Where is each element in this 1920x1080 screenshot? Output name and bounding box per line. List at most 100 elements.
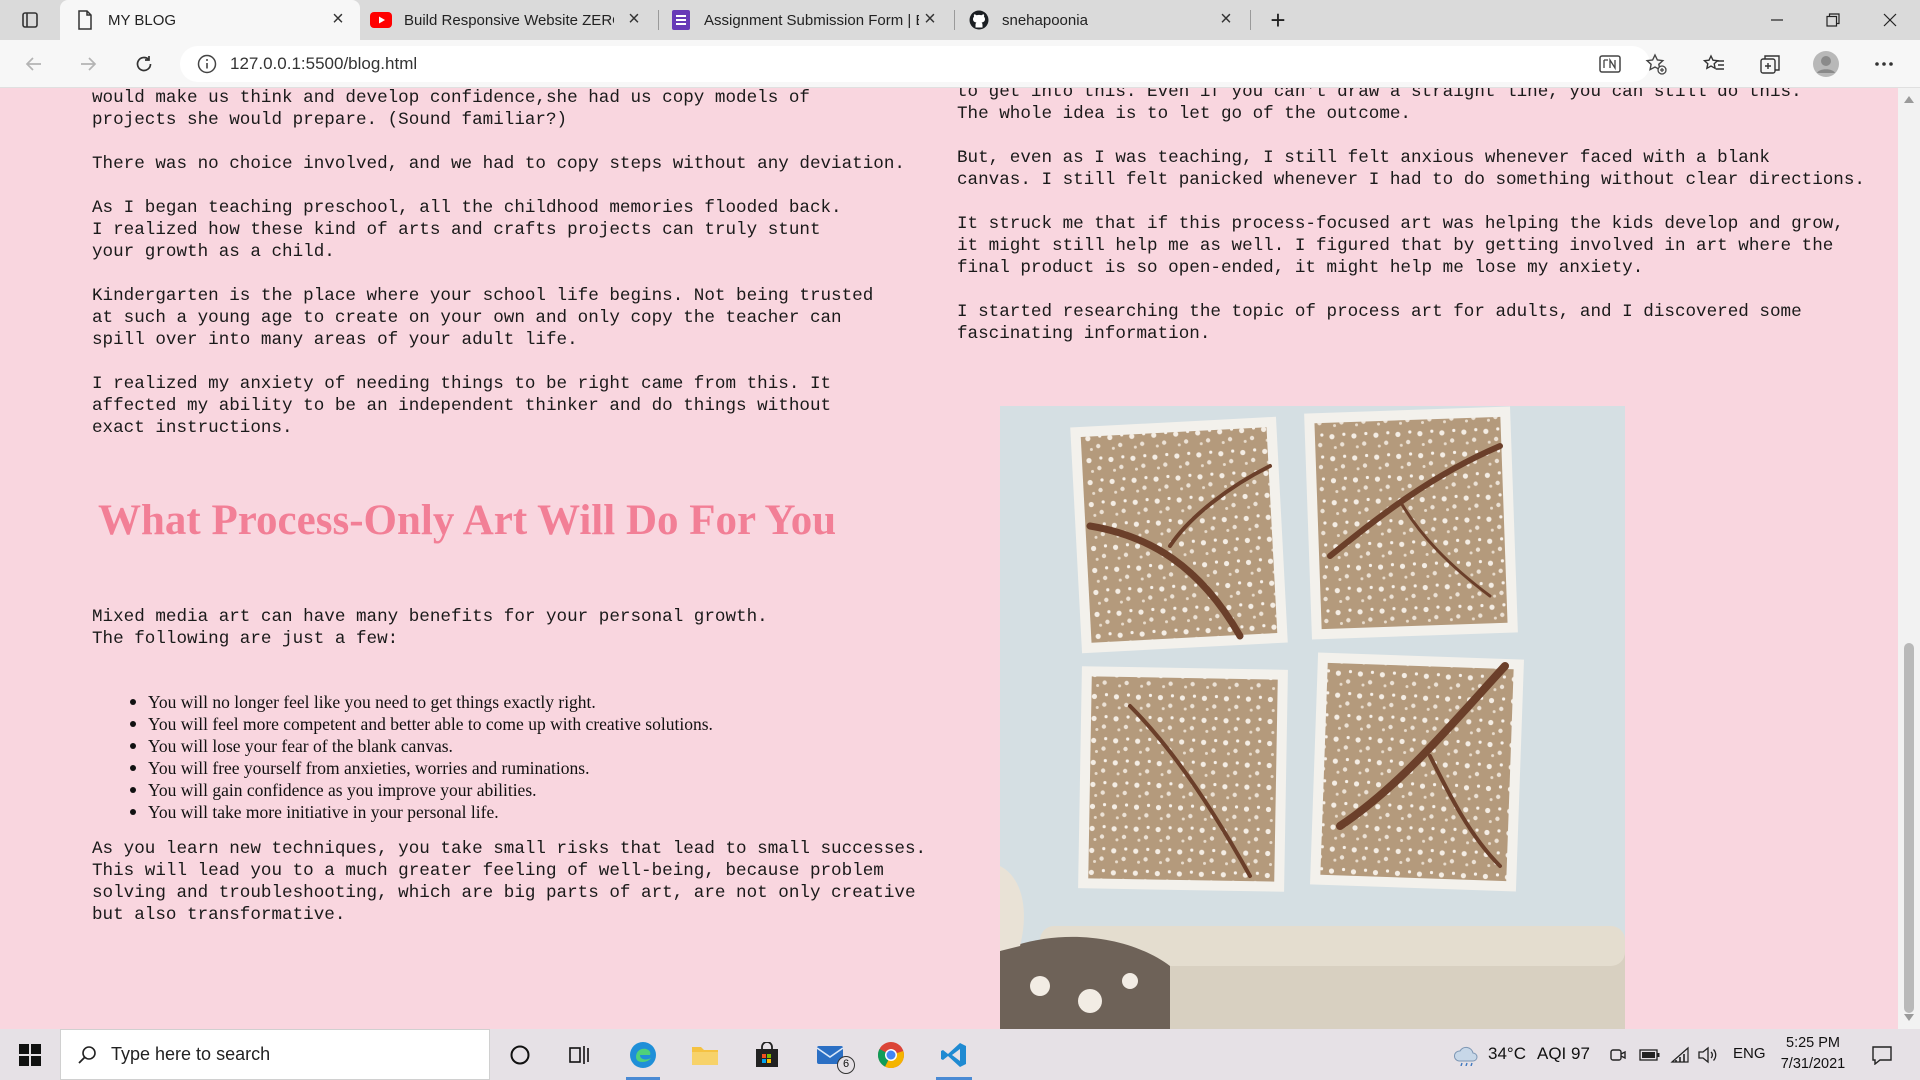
avatar-icon <box>1813 51 1839 77</box>
tab-title: MY BLOG <box>108 11 177 29</box>
collections-button[interactable] <box>1752 46 1788 82</box>
close-tab-icon[interactable]: × <box>328 9 348 30</box>
battery-icon <box>1639 1048 1660 1061</box>
benefits-intro: Mixed media art can have many benefits f… <box>92 607 768 649</box>
search-icon <box>78 1045 96 1064</box>
paragraph: I realized my anxiety of needing things … <box>92 374 832 438</box>
paragraph: But, even as I was teaching, I still fel… <box>957 148 1865 190</box>
tab-actions-button[interactable] <box>0 0 60 40</box>
tab-title: Build Responsive Website ZERO T <box>404 11 614 29</box>
list-item: You will take more initiative in your pe… <box>130 801 713 823</box>
paragraph: would make us think and develop confiden… <box>92 88 810 130</box>
clock-date: 7/31/2021 <box>1780 1056 1846 1072</box>
taskbar-vscode[interactable] <box>928 1029 980 1080</box>
restore-button[interactable] <box>1803 0 1863 40</box>
list-item: You will feel more competent and better … <box>130 713 713 735</box>
search-placeholder: Type here to search <box>111 1044 271 1064</box>
tab-title: snehapoonia <box>1002 11 1088 29</box>
taskbar-search-box[interactable]: Type here to search <box>60 1029 490 1080</box>
browser-tab-strip: MY BLOG × Build Responsive Website ZERO … <box>0 0 1920 40</box>
edge-icon <box>630 1041 656 1068</box>
star-add-icon <box>1645 53 1667 75</box>
mail-badge: 6 <box>837 1056 855 1074</box>
close-tab-icon[interactable]: × <box>1216 9 1236 30</box>
plus-icon: + <box>1270 4 1286 35</box>
temperature-text[interactable]: 34°C <box>1488 1044 1526 1064</box>
tab-divider <box>954 10 955 30</box>
blossom-canvas-image <box>1000 406 1625 1029</box>
cortana-icon <box>510 1045 530 1064</box>
language-indicator[interactable]: ENG <box>1733 1045 1766 1062</box>
tab-divider <box>1250 10 1251 30</box>
meet-now-button[interactable] <box>1606 1029 1630 1080</box>
arrow-left-icon <box>25 57 41 71</box>
weather-widget[interactable] <box>1448 1029 1484 1080</box>
tab-my-blog[interactable]: MY BLOG × <box>60 0 360 40</box>
browser-toolbar: 127.0.0.1:5500/blog.html <box>0 40 1920 88</box>
scroll-down-icon[interactable] <box>1904 1014 1914 1021</box>
minimize-icon <box>1771 19 1783 21</box>
taskbar-file-explorer[interactable] <box>680 1029 730 1080</box>
folder-icon <box>692 1046 718 1065</box>
taskbar-mail[interactable]: 6 <box>805 1029 859 1080</box>
back-button[interactable] <box>16 46 52 82</box>
close-tab-icon[interactable]: × <box>624 9 644 30</box>
new-tab-button[interactable]: + <box>1256 0 1300 40</box>
battery-indicator[interactable] <box>1638 1029 1662 1080</box>
add-favorite-button[interactable] <box>1638 46 1674 82</box>
restore-icon <box>1826 13 1840 27</box>
store-icon <box>756 1041 778 1067</box>
url-text[interactable]: 127.0.0.1:5500/blog.html <box>230 54 417 74</box>
start-button[interactable] <box>0 1029 60 1080</box>
volume-indicator[interactable] <box>1696 1029 1720 1080</box>
chrome-icon <box>877 1041 904 1068</box>
vertical-scrollbar[interactable] <box>1898 88 1920 1029</box>
forms-icon <box>670 9 692 31</box>
action-center-button[interactable] <box>1862 1029 1902 1080</box>
favorites-button[interactable] <box>1696 46 1732 82</box>
scrollbar-thumb[interactable] <box>1904 643 1914 1013</box>
forward-button[interactable] <box>70 46 106 82</box>
paragraph: to get into this. Even if you can't draw… <box>957 88 1802 124</box>
more-icon <box>1875 62 1893 66</box>
tab-github[interactable]: snehapoonia × <box>962 0 1248 40</box>
immersive-reader-button[interactable] <box>1592 46 1628 82</box>
close-icon <box>1883 13 1897 27</box>
minimize-button[interactable] <box>1747 0 1807 40</box>
speaker-icon <box>1698 1046 1717 1063</box>
close-window-button[interactable] <box>1860 0 1920 40</box>
tab-divider <box>658 10 659 30</box>
task-view-button[interactable] <box>555 1029 605 1080</box>
paragraph: It struck me that if this process-focuse… <box>957 214 1844 278</box>
profile-button[interactable] <box>1808 46 1844 82</box>
windows-taskbar: Type here to search 6 34°C AQI 97 ENG 5:… <box>0 1029 1920 1080</box>
favorites-icon <box>1703 54 1724 70</box>
aqi-text[interactable]: AQI 97 <box>1537 1044 1590 1064</box>
notification-icon <box>1872 1045 1892 1065</box>
github-icon <box>968 9 990 31</box>
system-clock[interactable]: 5:25 PM 7/31/2021 <box>1770 1033 1856 1075</box>
taskbar-chrome[interactable] <box>866 1029 916 1080</box>
weather-icon <box>1453 1046 1478 1066</box>
settings-menu-button[interactable] <box>1866 46 1902 82</box>
refresh-button[interactable] <box>126 46 162 82</box>
info-icon[interactable] <box>196 53 218 75</box>
close-tab-icon[interactable]: × <box>920 9 940 30</box>
address-bar[interactable]: 127.0.0.1:5500/blog.html <box>180 46 1650 82</box>
collections-icon <box>1760 55 1780 74</box>
taskbar-edge[interactable] <box>618 1029 668 1080</box>
section-heading: What Process-Only Art Will Do For You <box>98 497 837 544</box>
paragraph: As I began teaching preschool, all the c… <box>92 198 842 262</box>
scroll-up-icon[interactable] <box>1904 96 1914 103</box>
paragraph: There was no choice involved, and we had… <box>92 154 905 174</box>
tab-youtube[interactable]: Build Responsive Website ZERO T × <box>366 0 656 40</box>
clock-time: 5:25 PM <box>1786 1035 1840 1051</box>
taskbar-store[interactable] <box>742 1029 792 1080</box>
tab-assignment-form[interactable]: Assignment Submission Form | E × <box>666 0 952 40</box>
paragraph: I started researching the topic of proce… <box>957 302 1802 344</box>
cortana-button[interactable] <box>495 1029 545 1080</box>
wall-art-illustration <box>1000 406 1625 1029</box>
network-indicator[interactable] <box>1668 1029 1692 1080</box>
document-icon <box>74 9 96 31</box>
paragraph: Kindergarten is the place where your sch… <box>92 286 874 350</box>
